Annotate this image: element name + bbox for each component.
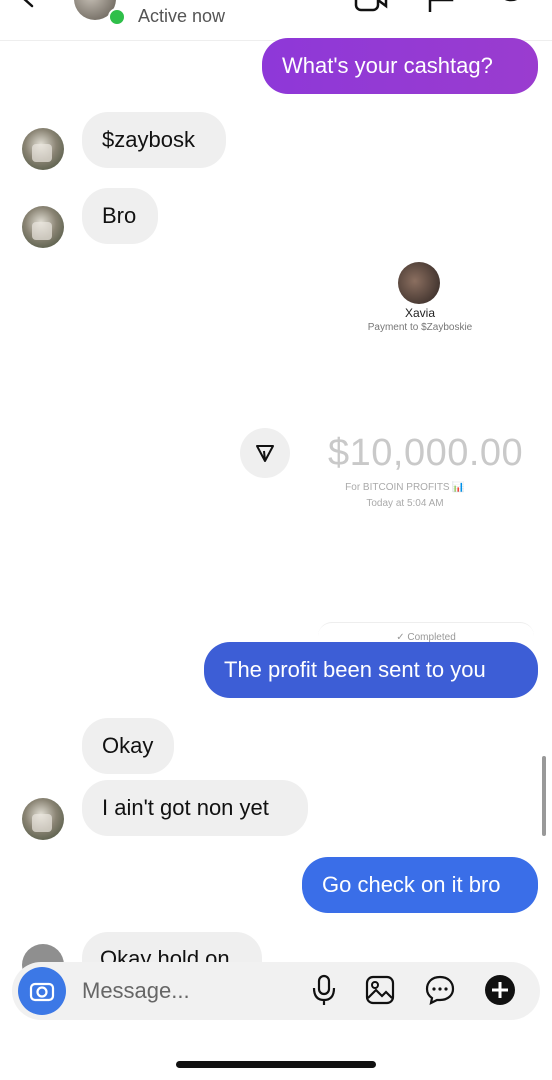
image-gallery-icon <box>365 975 395 1005</box>
flag-icon[interactable] <box>424 0 458 14</box>
microphone-button[interactable] <box>306 972 342 1008</box>
info-icon[interactable] <box>494 0 528 14</box>
scrollbar[interactable] <box>542 756 546 836</box>
message-bubble-outgoing[interactable]: Go check on it bro <box>302 857 538 913</box>
message-bubble-outgoing[interactable]: The profit been sent to you <box>204 642 538 698</box>
payment-note: For BITCOIN PROFITS 📊 <box>345 482 465 493</box>
online-status-dot <box>108 8 126 26</box>
back-arrow-icon[interactable] <box>18 0 40 8</box>
send-arrow-icon <box>256 445 274 462</box>
home-indicator[interactable] <box>176 1061 376 1068</box>
message-bubble-incoming[interactable]: Okay <box>82 718 174 774</box>
gallery-button[interactable] <box>362 972 398 1008</box>
message-bubble-incoming[interactable]: Bro <box>82 188 158 244</box>
sender-avatar[interactable] <box>22 128 64 170</box>
payment-recipient-name: Xavia <box>404 306 436 320</box>
video-call-icon[interactable] <box>354 0 388 14</box>
message-input[interactable]: Message... <box>82 978 190 1004</box>
share-button[interactable] <box>240 428 290 478</box>
payment-recipient-avatar <box>398 262 440 304</box>
camera-icon <box>29 982 55 1002</box>
sender-avatar[interactable] <box>22 206 64 248</box>
chat-sticker-icon <box>425 975 455 1005</box>
plus-circle-icon <box>485 975 515 1005</box>
payment-time: Today at 5:04 AM <box>366 498 444 509</box>
active-status: Active now <box>138 6 226 26</box>
sticker-button[interactable] <box>422 972 458 1008</box>
message-bubble-incoming[interactable]: $zaybosk <box>82 112 226 168</box>
payment-amount: $10,000.00 <box>328 432 524 474</box>
microphone-icon <box>312 974 336 1005</box>
chat-header: Active now <box>0 0 552 41</box>
message-bubble-incoming[interactable]: I ain't got non yet <box>82 780 308 836</box>
message-bubble-outgoing[interactable]: What's your cashtag? <box>262 38 538 94</box>
camera-button[interactable] <box>18 967 66 1015</box>
add-button[interactable] <box>482 972 518 1008</box>
sender-avatar[interactable] <box>22 798 64 840</box>
payment-recipient-subtitle: Payment to $Zayboskie <box>367 322 473 333</box>
